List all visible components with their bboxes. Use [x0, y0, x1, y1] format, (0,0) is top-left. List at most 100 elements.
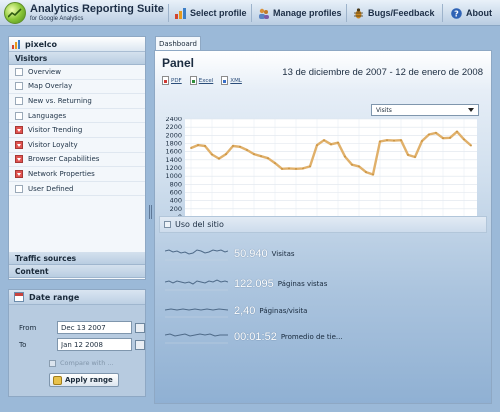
- from-date-input[interactable]: [57, 321, 132, 334]
- data-point[interactable]: [316, 144, 318, 147]
- chart-icon: [175, 7, 186, 19]
- data-point[interactable]: [281, 167, 283, 170]
- y-tick-label: 400: [170, 197, 182, 205]
- metric-pages-per-visit[interactable]: 2,40 Páginas/visita: [165, 301, 307, 321]
- section-visitors-label: Visitors: [15, 53, 48, 63]
- data-point[interactable]: [323, 139, 325, 142]
- export-links: PDF Excel XML: [162, 76, 242, 85]
- section-visitors[interactable]: Visitors: [9, 52, 145, 65]
- sidebar-item-label: New vs. Returning: [28, 96, 92, 105]
- data-point[interactable]: [232, 145, 234, 147]
- metric-select[interactable]: Visits: [371, 104, 479, 116]
- data-point[interactable]: [211, 153, 213, 156]
- data-point[interactable]: [372, 173, 374, 176]
- sidebar-item-browser-capabilities[interactable]: Browser Capabilities: [9, 153, 145, 168]
- data-point[interactable]: [239, 145, 241, 148]
- data-point[interactable]: [253, 153, 255, 156]
- data-point[interactable]: [190, 147, 192, 149]
- metric-pageviews[interactable]: 122.095 Páginas vistas: [165, 274, 327, 294]
- sidebar-item-network-properties[interactable]: Network Properties: [9, 167, 145, 182]
- data-point[interactable]: [358, 165, 360, 168]
- expand-icon[interactable]: [15, 140, 23, 149]
- data-point[interactable]: [309, 165, 311, 168]
- collapse-icon[interactable]: [164, 221, 171, 228]
- data-point[interactable]: [267, 157, 269, 160]
- sidebar-item-label: Network Properties: [28, 169, 95, 178]
- sidebar-item-map-overlay[interactable]: Map Overlay: [9, 80, 145, 95]
- section-traffic-sources[interactable]: Traffic sources: [9, 252, 145, 265]
- metric-avg-time[interactable]: 00:01:52 Promedio de tie...: [165, 327, 343, 347]
- excel-icon: [189, 76, 197, 85]
- compare-checkbox[interactable]: [49, 359, 56, 367]
- apply-range-button[interactable]: Apply range: [49, 373, 119, 387]
- nav-about[interactable]: ? About: [451, 0, 492, 26]
- data-point[interactable]: [260, 155, 262, 158]
- nav-select-profile[interactable]: Select profile: [175, 0, 247, 26]
- app-logo-icon: [4, 2, 26, 24]
- data-point[interactable]: [295, 167, 297, 170]
- data-point[interactable]: [379, 140, 381, 143]
- export-excel-link[interactable]: Excel: [189, 76, 213, 85]
- chevron-down-icon: [468, 108, 474, 112]
- data-point[interactable]: [197, 144, 199, 147]
- sidebar-item-languages[interactable]: Languages: [9, 109, 145, 124]
- to-date-input[interactable]: [57, 338, 132, 351]
- expand-icon[interactable]: [15, 155, 23, 164]
- data-point[interactable]: [365, 171, 367, 173]
- data-point[interactable]: [330, 143, 332, 146]
- data-point[interactable]: [246, 149, 248, 151]
- section-content-label: Content: [15, 266, 49, 276]
- data-point[interactable]: [435, 131, 437, 134]
- expand-icon[interactable]: [15, 126, 23, 135]
- sidebar-item-label: Languages: [28, 111, 67, 120]
- date-range-title: Date range: [29, 292, 80, 302]
- data-point[interactable]: [218, 157, 220, 160]
- metric-select-value: Visits: [376, 106, 392, 114]
- data-point[interactable]: [407, 154, 409, 156]
- page-icon: [15, 111, 23, 120]
- sidebar-item-visitor-trending[interactable]: Visitor Trending: [9, 123, 145, 138]
- data-point[interactable]: [463, 138, 465, 141]
- calendar-picker-icon[interactable]: [135, 322, 145, 333]
- nav-manage-profiles[interactable]: Manage profiles: [258, 0, 342, 26]
- data-point[interactable]: [400, 139, 402, 142]
- expand-icon[interactable]: [15, 169, 23, 178]
- panel-splitter-handle[interactable]: [148, 205, 152, 221]
- data-point[interactable]: [351, 163, 353, 166]
- calendar-picker-icon[interactable]: [135, 339, 145, 350]
- export-xml-link[interactable]: XML: [221, 76, 242, 85]
- data-point[interactable]: [421, 140, 423, 142]
- sidebar-item-user-defined[interactable]: User Defined: [9, 182, 145, 197]
- metric-visits[interactable]: 50.940 Visitas: [165, 244, 295, 264]
- data-point[interactable]: [344, 155, 346, 158]
- data-point[interactable]: [449, 136, 451, 139]
- y-tick-label: 600: [170, 189, 182, 197]
- data-point[interactable]: [414, 156, 416, 158]
- sidebar-item-overview[interactable]: Overview: [9, 65, 145, 80]
- nav-bugs-feedback-label: Bugs/Feedback: [368, 8, 435, 18]
- from-label: From: [19, 323, 37, 332]
- data-point[interactable]: [386, 139, 388, 142]
- data-point[interactable]: [302, 167, 304, 170]
- sidebar-item-visitor-loyalty[interactable]: Visitor Loyalty: [9, 138, 145, 153]
- data-point[interactable]: [225, 153, 227, 156]
- bug-icon: [354, 7, 363, 18]
- data-point[interactable]: [337, 141, 339, 144]
- data-point[interactable]: [442, 137, 444, 140]
- data-point[interactable]: [456, 130, 458, 133]
- data-point[interactable]: [274, 162, 276, 164]
- sidebar-item-new-vs-returning[interactable]: New vs. Returning: [9, 94, 145, 109]
- sidebar-item-label: User Defined: [28, 184, 74, 193]
- nav-bugs-feedback[interactable]: Bugs/Feedback: [353, 0, 435, 26]
- data-point[interactable]: [470, 144, 472, 147]
- tab-dashboard[interactable]: Dashboard: [155, 36, 201, 51]
- data-point[interactable]: [288, 167, 290, 170]
- compare-option[interactable]: Compare with ...: [49, 359, 114, 367]
- profile-header[interactable]: pixelco: [9, 37, 145, 52]
- data-point[interactable]: [393, 139, 395, 142]
- page-icon: [15, 184, 23, 193]
- data-point[interactable]: [204, 145, 206, 147]
- export-pdf-link[interactable]: PDF: [162, 76, 182, 85]
- data-point[interactable]: [428, 133, 430, 136]
- section-content[interactable]: Content: [9, 265, 145, 278]
